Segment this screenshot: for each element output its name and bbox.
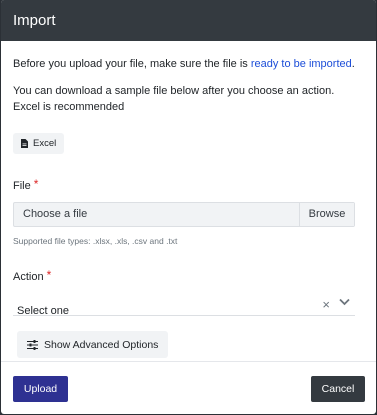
show-advanced-options-button[interactable]: Show Advanced Options [17, 331, 169, 358]
sliders-icon [27, 339, 38, 350]
cancel-button[interactable]: Cancel [311, 376, 365, 402]
intro-suffix: . [351, 58, 355, 70]
action-label: Action * [13, 269, 364, 285]
sample-text: You can download a sample file below aft… [13, 85, 335, 113]
dialog-header: Import [1, 0, 376, 41]
intro-prefix: Before you upload your file, make sure t… [13, 58, 251, 70]
action-select[interactable]: Select one × [13, 293, 355, 317]
intro-text: Before you upload your file, make sure t… [13, 56, 364, 72]
clear-icon[interactable]: × [322, 297, 330, 313]
dialog-body: Before you upload your file, make sure t… [1, 41, 376, 358]
file-label-text: File [13, 180, 31, 192]
upload-button[interactable]: Upload [13, 376, 68, 402]
chevron-down-icon[interactable] [339, 298, 350, 306]
browse-button[interactable]: Browse [299, 203, 354, 226]
excel-button-label: Excel [33, 137, 57, 149]
action-label-text: Action [13, 271, 44, 283]
action-select-value: Select one [17, 305, 69, 317]
file-label: File * [13, 178, 364, 194]
file-types-hint: Supported file types: .xlsx, .xls, .csv … [13, 236, 178, 246]
file-icon [21, 139, 28, 148]
excel-sample-button[interactable]: Excel [13, 133, 65, 154]
file-input[interactable]: Choose a file Browse [13, 202, 355, 227]
required-marker: * [33, 177, 39, 191]
required-marker: * [46, 268, 52, 282]
import-dialog: Import Before you upload your file, make… [1, 0, 376, 414]
dialog-title: Import [13, 12, 56, 29]
ready-to-import-link[interactable]: ready to be imported [251, 58, 352, 70]
advanced-options-label: Show Advanced Options [44, 338, 159, 351]
file-input-placeholder[interactable]: Choose a file [14, 203, 299, 226]
dialog-footer: Upload Cancel [1, 361, 376, 414]
